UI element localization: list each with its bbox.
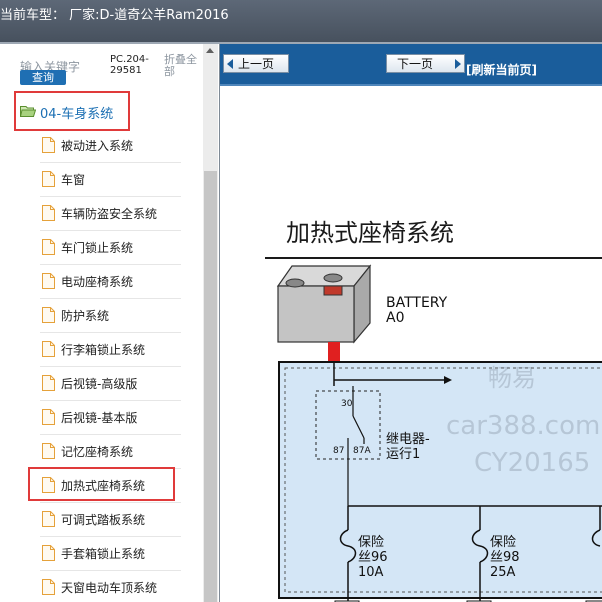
watermark-line-1: 畅易 [488, 364, 536, 392]
collapse-all-button[interactable]: 折叠全部 [164, 54, 204, 78]
watermark-line-3: CY20165 [474, 448, 590, 478]
battery-post [328, 342, 340, 362]
tree-root-label: 04-车身系统 [40, 107, 114, 122]
document-icon [42, 171, 55, 187]
window-title: 当前车型： 厂家:D-道奇公羊Ram2016 [0, 8, 229, 23]
wiring-diagram: 加热式座椅系统 BATTERY A0 30 87 87A 继电器- 运行1 保险… [265, 219, 602, 602]
document-icon [42, 205, 55, 221]
document-icon [42, 307, 55, 323]
relay-pin-87: 87 [333, 446, 344, 456]
relay-label-line1: 继电器- [386, 432, 430, 447]
tree-item[interactable]: 后视镜-高级版 [40, 367, 181, 401]
content-panel: 上一页 下一页 [刷新当前页] 加热式座椅系统 BATTERY A0 30 87 [220, 44, 602, 602]
next-page-label: 下一页 [397, 57, 434, 71]
tree-item-label: 可调式踏板系统 [61, 513, 146, 527]
query-button[interactable]: 查询 [20, 70, 66, 85]
tree-item-label: 车门锁止系统 [61, 241, 134, 255]
tree-root-item[interactable]: 04-车身系统 [14, 91, 130, 131]
document-icon [42, 375, 55, 391]
document-icon [42, 443, 55, 459]
tree-panel: 输入关键字 查询 PC.204-29581 折叠全部 04-车身系统 被动进入系… [0, 44, 220, 602]
selection-highlight-box [28, 467, 175, 501]
doc-code: PC.204-29581 [110, 54, 149, 76]
document-icon [42, 545, 55, 561]
tree-item-label: 后视镜-高级版 [61, 377, 138, 391]
tree-item-label: 行李箱锁止系统 [61, 343, 146, 357]
tree-item[interactable]: 电动座椅系统 [40, 265, 181, 299]
tree-item[interactable]: 防护系统 [40, 299, 181, 333]
refresh-page-link[interactable]: [刷新当前页] [466, 61, 537, 78]
document-icon [42, 273, 55, 289]
tree-scrollbar[interactable] [203, 44, 218, 602]
window-title-bar: 当前车型： 厂家:D-道奇公羊Ram2016 [0, 0, 602, 42]
tree-item-label: 车窗 [61, 173, 86, 187]
tree-item[interactable]: 后视镜-基本版 [40, 401, 181, 435]
fuse-96-label-1: 保险 [358, 535, 384, 550]
battery-label: BATTERY [386, 295, 448, 311]
fuse-98-amp: 25A [490, 565, 516, 580]
tree-item[interactable]: 车门锁止系统 [40, 231, 181, 265]
document-icon [42, 341, 55, 357]
fuse-96-label-2: 丝96 [358, 550, 388, 565]
battery-icon [276, 264, 372, 344]
relay-pin-30: 30 [341, 399, 353, 409]
tree-item[interactable]: 手套箱锁止系统 [40, 537, 181, 571]
tree-item-label: 记忆座椅系统 [61, 445, 134, 459]
arrow-right-icon [455, 59, 461, 69]
fuse-98-label-2: 丝98 [490, 550, 520, 565]
next-page-button[interactable]: 下一页 [386, 54, 465, 73]
diagram-title: 加热式座椅系统 [286, 219, 454, 247]
prev-page-button[interactable]: 上一页 [223, 54, 289, 73]
page-nav-bar: 上一页 下一页 [刷新当前页] [220, 44, 602, 86]
tree-item-label: 天窗电动车顶系统 [61, 581, 158, 595]
folder-open-icon [20, 106, 36, 117]
tree-item-label: 车辆防盗安全系统 [61, 207, 158, 221]
tree-item[interactable]: 被动进入系统 [40, 129, 181, 163]
document-icon [42, 137, 55, 153]
scrollbar-thumb[interactable] [204, 171, 217, 602]
prev-page-label: 上一页 [238, 57, 275, 71]
tree-item-label: 后视镜-基本版 [61, 411, 138, 425]
tree-item-label: 手套箱锁止系统 [61, 547, 146, 561]
relay-pin-87a: 87A [353, 446, 371, 456]
tree-item-label: 电动座椅系统 [61, 275, 134, 289]
scroll-up-arrow-icon[interactable] [206, 48, 214, 53]
tree-item[interactable]: 记忆座椅系统 [40, 435, 181, 469]
document-icon [42, 511, 55, 527]
document-icon [42, 239, 55, 255]
tree-item[interactable]: 车窗 [40, 163, 181, 197]
tree-item-label: 被动进入系统 [61, 139, 134, 153]
document-icon [42, 409, 55, 425]
fuse-box [278, 361, 602, 599]
fuse-98-label-1: 保险 [490, 535, 516, 550]
tree-item[interactable]: 可调式踏板系统 [40, 503, 181, 537]
tree-item[interactable]: 行李箱锁止系统 [40, 333, 181, 367]
relay-label-line2: 运行1 [386, 447, 420, 462]
document-icon [42, 579, 55, 595]
tree-item[interactable]: 车辆防盗安全系统 [40, 197, 181, 231]
tree-item-label: 防护系统 [61, 309, 110, 323]
arrow-left-icon [227, 59, 233, 69]
watermark-line-2: car388.com [446, 411, 600, 441]
battery-code: A0 [386, 310, 404, 326]
fuse-96-amp: 10A [358, 565, 384, 580]
tree-item[interactable]: 天窗电动车顶系统 [40, 571, 181, 602]
